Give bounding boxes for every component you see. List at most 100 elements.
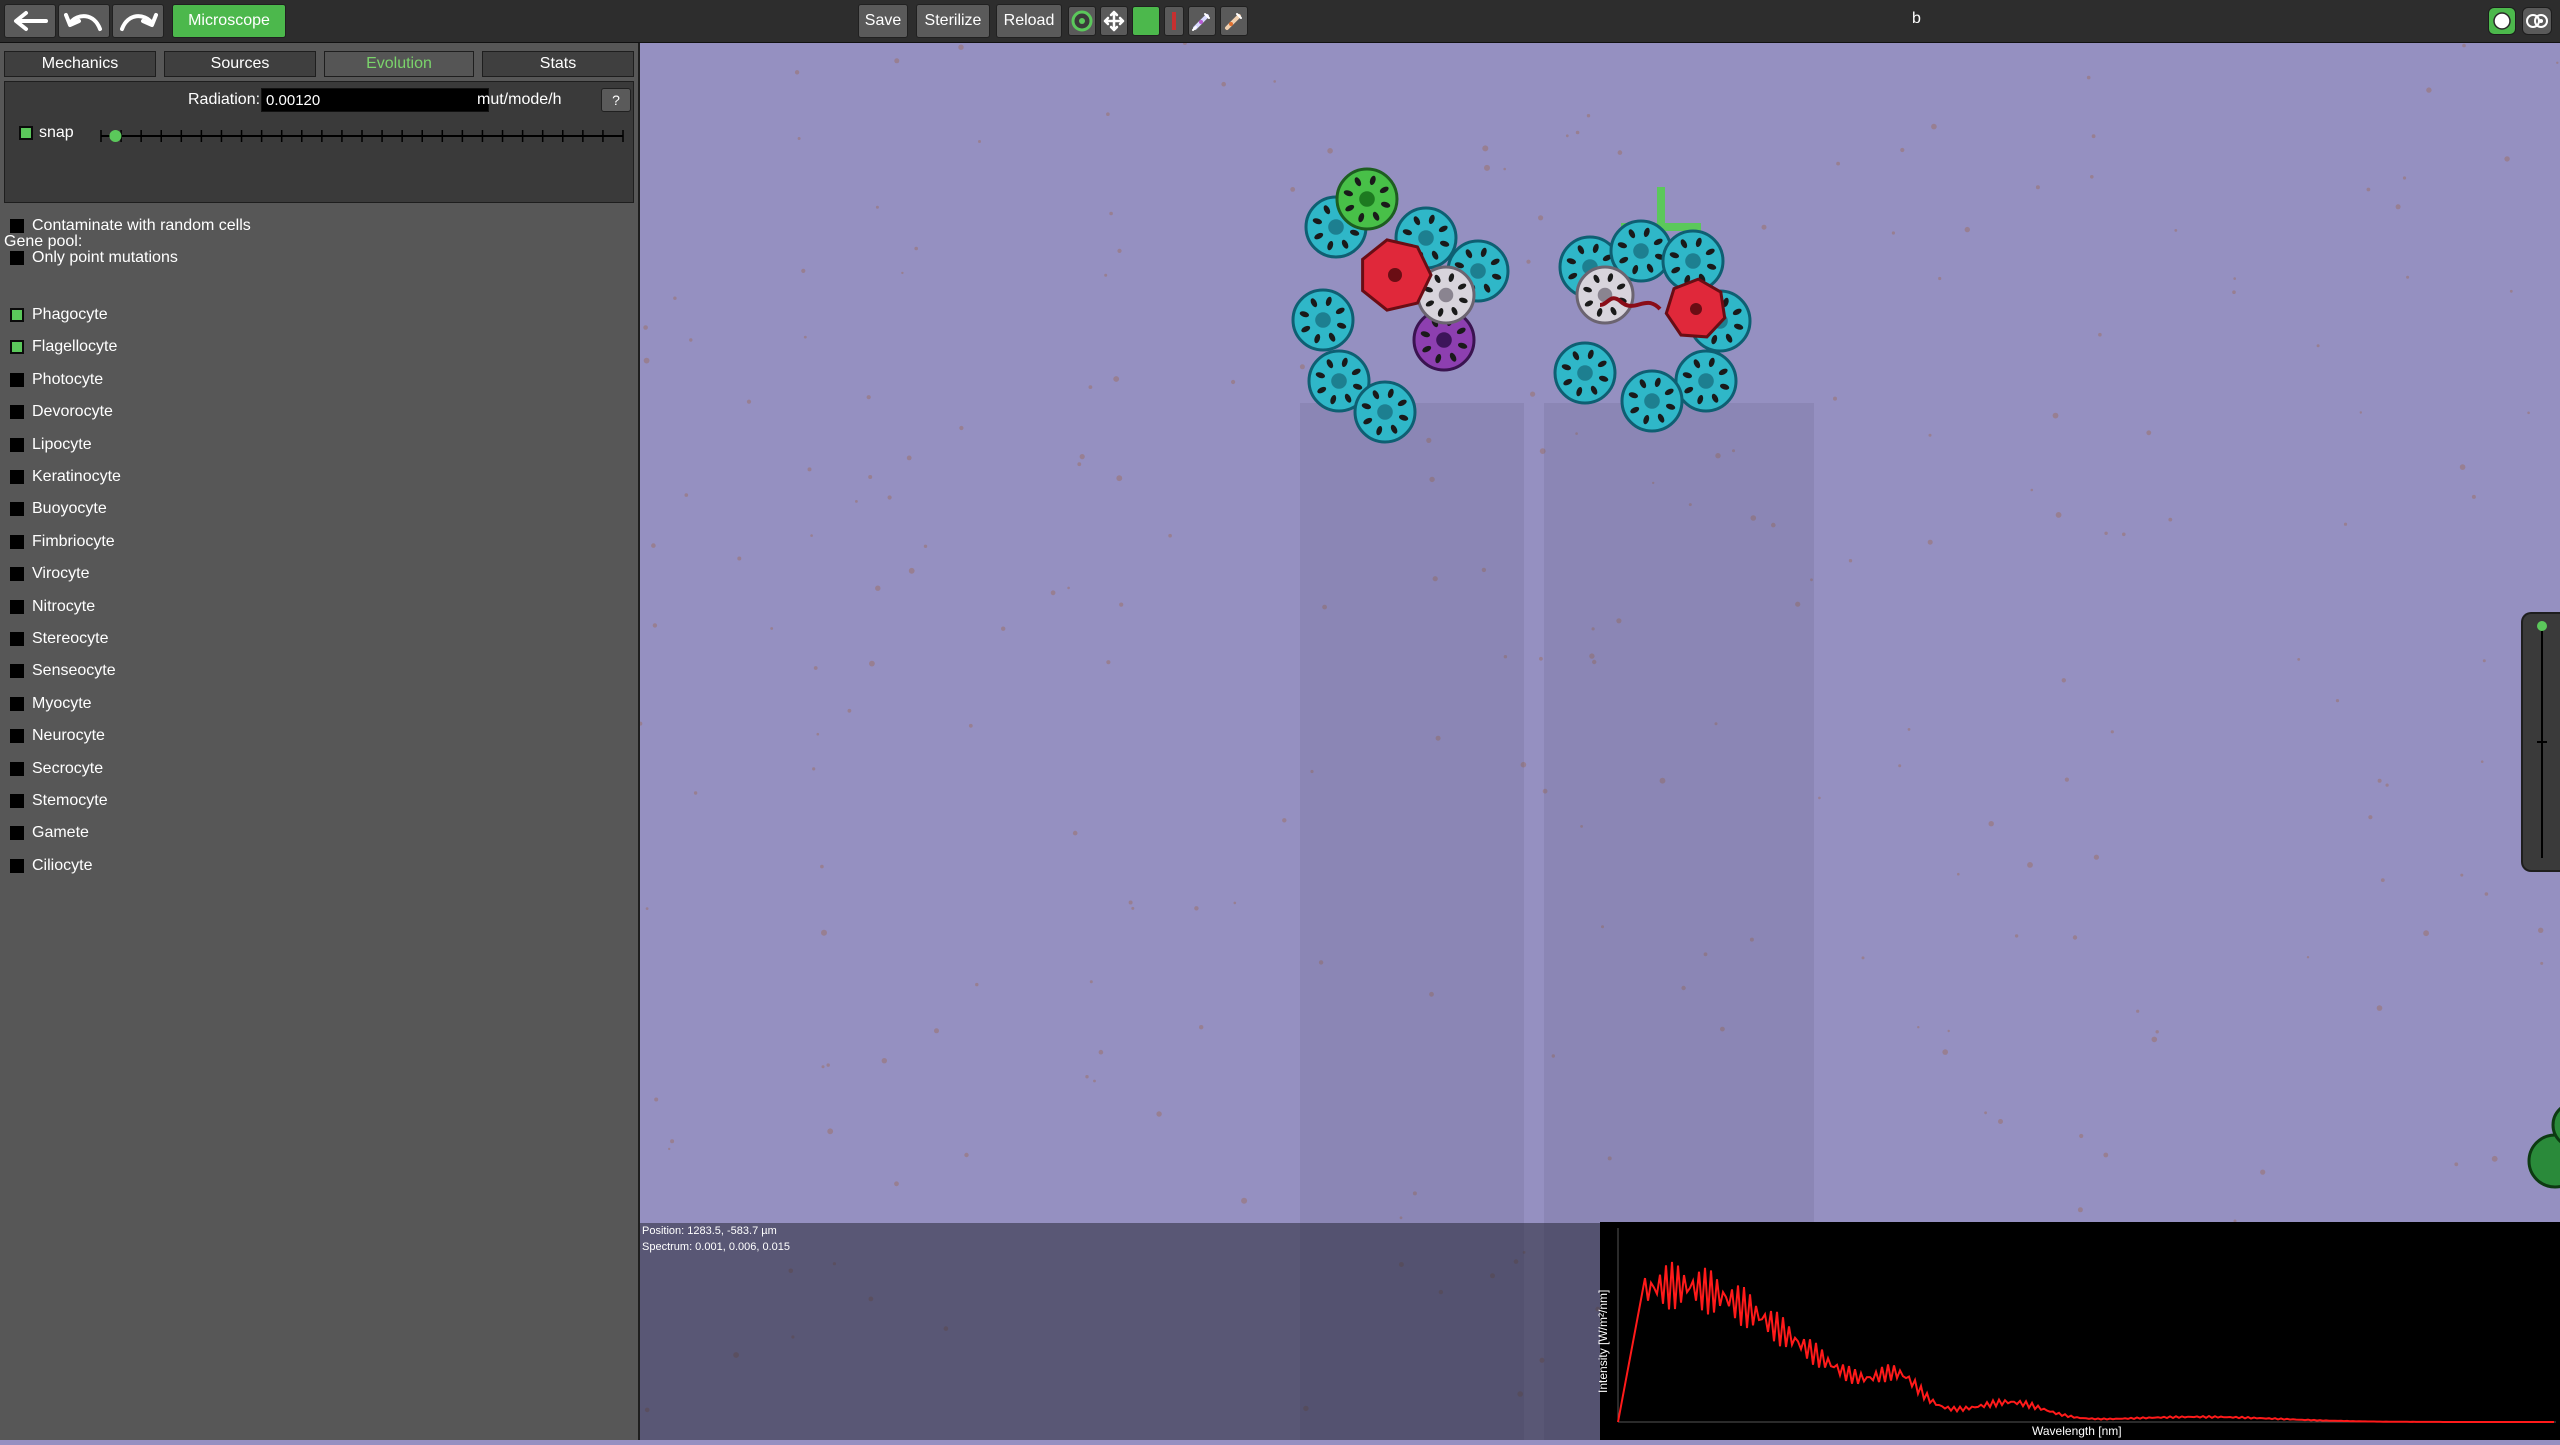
contaminate-checkbox[interactable]	[10, 219, 24, 233]
microscope-button[interactable]: Microscope	[172, 4, 286, 38]
tweezers-icon	[1225, 13, 1242, 30]
gene-pool-checkbox[interactable]	[10, 858, 24, 873]
gene-pool-label-text: Neurocyte	[32, 727, 105, 745]
toolbar-label: b	[1912, 10, 1921, 27]
radiation-input[interactable]	[261, 88, 489, 112]
spectrum-plot	[1617, 1228, 2556, 1423]
gene-pool-label-text: Stereocyte	[32, 630, 109, 647]
spectrum-readout: Spectrum: 0.001, 0.006, 0.015	[642, 1241, 790, 1253]
arrow-left-icon	[14, 11, 48, 31]
gene-pool-label-text: Photocyte	[32, 370, 104, 388]
zoom-slider[interactable]	[2521, 612, 2560, 872]
circle-toggle-icon	[2493, 12, 2511, 30]
point-mutations-label: Only point mutations	[32, 249, 178, 266]
phagocyte-cell[interactable]	[1353, 380, 1417, 444]
gene-pool-checkbox[interactable]	[10, 534, 24, 549]
spectrum-chart	[1600, 1222, 2560, 1440]
gene-pool-label-text: Ciliocyte	[32, 856, 93, 874]
white-cell[interactable]	[1575, 265, 1635, 325]
gene-pool-label-text: Gamete	[32, 824, 89, 842]
gene-pool-checkbox[interactable]	[10, 308, 24, 322]
gene-pool-checkbox[interactable]	[10, 826, 24, 841]
gene-pool-checkbox[interactable]	[10, 567, 24, 582]
tab-stats[interactable]: Stats	[482, 51, 634, 77]
gene-pool-label-text: Devorocyte	[32, 403, 113, 421]
zoom-track-icon	[2537, 621, 2547, 858]
point-mutations-checkbox[interactable]	[10, 251, 24, 265]
phagocyte-cell[interactable]	[1553, 341, 1617, 405]
tweezers-tool-button[interactable]	[1220, 6, 1248, 36]
gene-pool-checkbox[interactable]	[10, 437, 24, 452]
spectrum-x-axis-label: Wavelength [nm]	[2032, 1424, 2122, 1438]
radiation-slider[interactable]	[97, 120, 627, 152]
evolution-settings-box: Radiation: mut/mode/h ? snap	[4, 81, 634, 203]
tab-evolution[interactable]: Evolution	[324, 51, 474, 77]
gene-pool-checkbox[interactable]	[10, 372, 24, 387]
tab-sources[interactable]: Sources	[164, 51, 316, 77]
gene-pool-label-text: Virocyte	[32, 565, 90, 583]
gene-pool-label-text: Nitrocyte	[32, 597, 96, 615]
settings-panel: Mechanics Sources Evolution Stats Radiat…	[0, 43, 640, 1440]
gene-pool-label-text: Secrocyte	[32, 759, 104, 777]
undo-icon	[64, 13, 102, 31]
organisms[interactable]	[1291, 167, 1752, 444]
gene-pool-label-text: Stemocyte	[32, 792, 108, 809]
laser-icon	[1172, 12, 1176, 30]
gene-pool-checkbox[interactable]	[10, 664, 24, 679]
syringe-tool-button[interactable]	[1188, 6, 1216, 36]
gene-pool-label: Gene pool:	[4, 233, 83, 250]
green-cell[interactable]	[1335, 167, 1399, 231]
radiation-label: Radiation:	[188, 91, 261, 108]
gene-pool-checkbox[interactable]	[10, 729, 24, 744]
organism-partial[interactable]	[2527, 1103, 2560, 1189]
laser-tool-button[interactable]	[1164, 6, 1184, 36]
snap-checkbox[interactable]	[19, 126, 33, 140]
gene-pool-checkbox[interactable]	[10, 696, 24, 711]
redo-button[interactable]	[112, 4, 164, 38]
cell-icon	[1071, 10, 1093, 32]
cell-tool-button[interactable]	[1068, 6, 1096, 36]
phagocyte-cell[interactable]	[1620, 369, 1684, 433]
gene-pool-checkbox[interactable]	[10, 405, 24, 420]
snap-label: snap	[39, 124, 74, 141]
save-button[interactable]: Save	[858, 4, 908, 38]
top-toolbar: Microscope Save Sterilize Reload b	[0, 0, 2560, 43]
gene-pool-checkbox[interactable]	[10, 761, 24, 776]
reload-button[interactable]: Reload	[996, 4, 1062, 38]
gene-pool-label-text: Phagocyte	[32, 306, 108, 323]
sterilize-button[interactable]: Sterilize	[916, 4, 990, 38]
tab-mechanics[interactable]: Mechanics	[4, 51, 156, 77]
move-tool-button[interactable]	[1100, 6, 1128, 36]
back-button[interactable]	[4, 4, 56, 38]
syringe-icon	[1192, 13, 1210, 31]
gene-pool-label-text: Buoyocyte	[32, 500, 107, 518]
gene-pool-label-text: Lipocyte	[32, 435, 92, 453]
spectrum-series-line	[1617, 1261, 2554, 1423]
phagocyte-cell[interactable]	[1674, 349, 1738, 413]
gene-pool-checkbox[interactable]	[10, 340, 24, 355]
gene-pool-label-text: Myocyte	[32, 694, 92, 712]
gene-pool-label-text: Flagellocyte	[32, 338, 118, 356]
gene-pool-label-text: Senseocyte	[32, 662, 116, 680]
gene-pool-checkbox[interactable]	[10, 502, 24, 517]
move-icon	[1103, 10, 1125, 32]
position-readout: Position: 1283.5, -583.7 µm	[642, 1225, 777, 1237]
spectrum-y-axis-label: Intensity [W/m²/nm]	[1596, 1289, 1610, 1393]
undo-button[interactable]	[58, 4, 110, 38]
eye-icon	[2526, 14, 2548, 28]
visibility-button[interactable]	[2522, 7, 2552, 35]
gene-pool-checkbox[interactable]	[10, 599, 24, 614]
gene-pool-checkbox[interactable]	[10, 794, 24, 808]
gene-pool-checkbox[interactable]	[10, 470, 24, 484]
slider-knob[interactable]	[109, 130, 122, 142]
toggle-view-button[interactable]	[2488, 7, 2516, 35]
help-button[interactable]: ?	[601, 88, 631, 112]
flagellocyte-cell[interactable]	[1361, 238, 1433, 312]
gene-pool-label-text: Fimbriocyte	[32, 532, 115, 550]
gene-pool-label-text: Keratinocyte	[32, 468, 121, 485]
radiation-unit: mut/mode/h	[477, 91, 562, 108]
color-tool-button[interactable]	[1132, 6, 1160, 36]
phagocyte-cell[interactable]	[1291, 288, 1355, 352]
info-panel: Position: 1283.5, -583.7 µm Spectrum: 0.…	[640, 1223, 1600, 1440]
gene-pool-checkbox[interactable]	[10, 632, 24, 646]
